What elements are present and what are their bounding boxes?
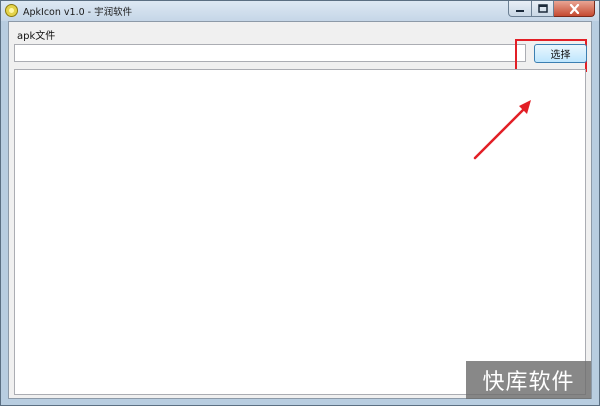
title-bar[interactable]: ApkIcon v1.0 - 宇润软件 (1, 1, 599, 21)
close-button[interactable] (554, 1, 595, 17)
select-button[interactable]: 选择 (534, 44, 587, 63)
watermark: 快库软件 (466, 361, 591, 399)
apk-path-input[interactable] (14, 44, 526, 62)
app-icon (5, 4, 18, 17)
window-title: ApkIcon v1.0 - 宇润软件 (23, 7, 133, 18)
minimize-button[interactable] (508, 1, 532, 17)
app-window: ApkIcon v1.0 - 宇润软件 apk文件 选择 快库软件 (0, 0, 600, 406)
client-area: apk文件 选择 (8, 21, 592, 399)
arrow-annotation-icon (473, 100, 531, 160)
apk-file-label: apk文件 (17, 31, 56, 42)
maximize-icon (537, 4, 548, 13)
maximize-button[interactable] (532, 1, 554, 17)
window-controls (508, 1, 595, 18)
close-icon (569, 3, 579, 14)
minimize-icon (516, 9, 524, 12)
